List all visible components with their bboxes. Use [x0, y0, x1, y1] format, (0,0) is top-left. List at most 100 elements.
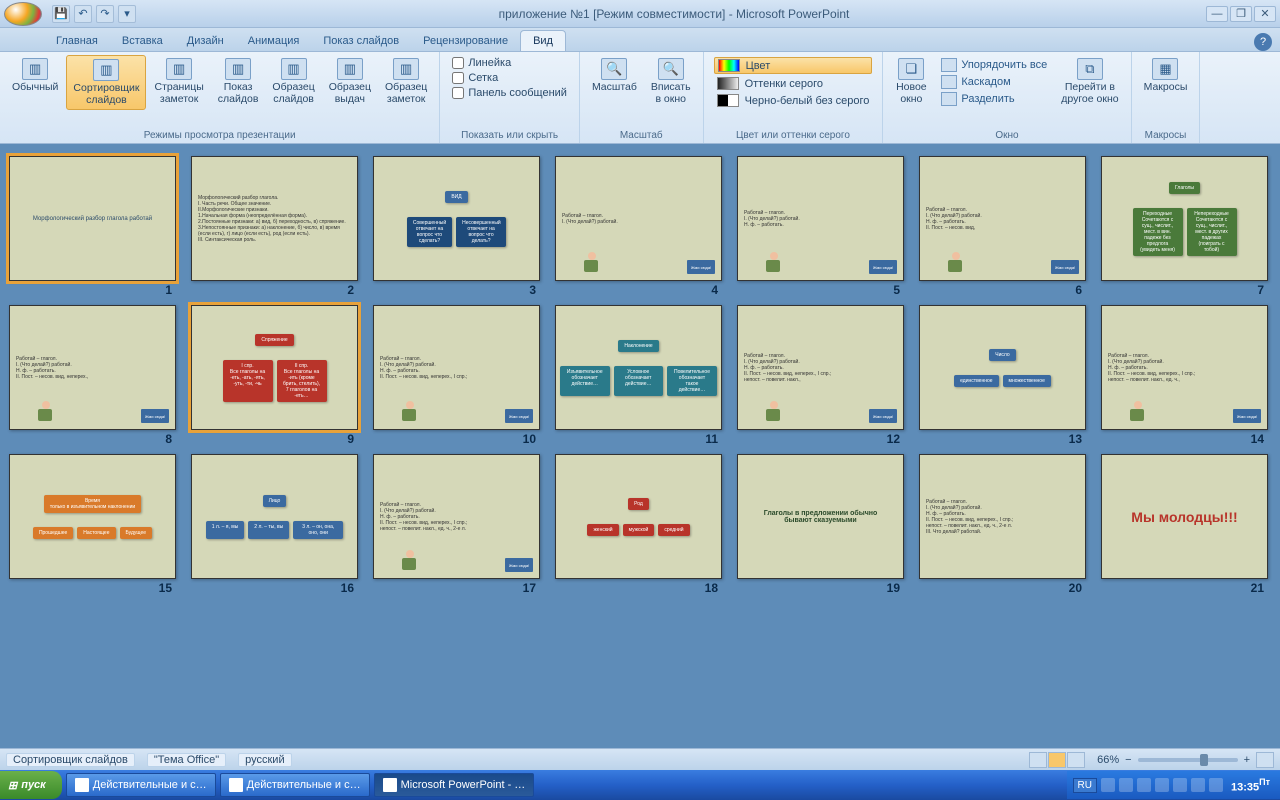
- slide-thumbnail[interactable]: Время только в изъявительном наклоненииП…: [9, 454, 176, 579]
- slide-thumbnail[interactable]: Работай – глагол. I. (Что делай?) работа…: [9, 305, 176, 430]
- slide-thumbnail[interactable]: Работай – глагол. I. (Что делай?) работа…: [919, 156, 1086, 281]
- slide-thumbnail[interactable]: Работай – глагол. I. (Что делай?) работа…: [555, 156, 722, 281]
- slide-button: Жми сюда!: [687, 260, 715, 274]
- window-small-button[interactable]: Каскадом: [939, 74, 1049, 90]
- check-Линейка[interactable]: Линейка: [452, 57, 567, 69]
- diagram-top-box: Глаголы: [1169, 182, 1200, 194]
- slide-thumbnail[interactable]: Числоединственноемножественное: [919, 305, 1086, 430]
- tab-рецензирование[interactable]: Рецензирование: [411, 31, 520, 51]
- help-button[interactable]: ?: [1254, 33, 1272, 51]
- view-mode-button[interactable]: ▥Сортировщик слайдов: [66, 55, 146, 110]
- new-window-button[interactable]: ❏ Новое окно: [889, 55, 933, 108]
- view-mode-button[interactable]: ▥Образец заметок: [379, 55, 433, 108]
- view-mode-button[interactable]: ▥Образец слайдов: [266, 55, 320, 108]
- color-mode-item[interactable]: Оттенки серого: [714, 76, 873, 91]
- taskbar-task[interactable]: Действительные и с…: [220, 773, 370, 797]
- slide-number: 10: [523, 432, 540, 446]
- slide-thumbnail[interactable]: Лицо1 л. – я, мы2 л. – ты, вы3 л. – он, …: [191, 454, 358, 579]
- tray-icon[interactable]: [1209, 778, 1223, 792]
- diagram-top-box: Спряжение: [255, 334, 293, 346]
- maximize-button[interactable]: ❐: [1230, 6, 1252, 22]
- checkbox[interactable]: [452, 72, 464, 84]
- slide-thumbnail[interactable]: ГлаголыПереходные Сочетаются с сущ., чис…: [1101, 156, 1268, 281]
- close-button[interactable]: ✕: [1254, 6, 1276, 22]
- color-mode-item[interactable]: Цвет: [714, 57, 873, 74]
- slide-thumbnail[interactable]: СпряжениеI спр. Все глаголы на -еть, -ат…: [191, 305, 358, 430]
- language-indicator[interactable]: RU: [1073, 778, 1097, 793]
- slide-thumbnail[interactable]: Работай – глагол. I. (Что делай?) работа…: [1101, 305, 1268, 430]
- tab-анимация[interactable]: Анимация: [236, 31, 312, 51]
- color-mode-item[interactable]: Черно-белый без серого: [714, 93, 873, 108]
- slide-body-text: Работай – глагол. I. (Что делай?) работа…: [378, 500, 535, 534]
- tab-вставка[interactable]: Вставка: [110, 31, 175, 51]
- view-mode-button[interactable]: ▥Обычный: [6, 55, 64, 97]
- slide-thumbnail[interactable]: ВИДСовершенный отвечает на вопрос что сд…: [373, 156, 540, 281]
- view-mode-button[interactable]: ▥Образец выдач: [323, 55, 377, 108]
- slide-thumbnail[interactable]: Родженскиймужскойсредний: [555, 454, 722, 579]
- tray-icon[interactable]: [1119, 778, 1133, 792]
- slide-thumbnail[interactable]: Работай – глагол. I. (Что делай?) работа…: [919, 454, 1086, 579]
- taskbar-task[interactable]: Microsoft PowerPoint - …: [374, 773, 535, 797]
- window-small-button[interactable]: Разделить: [939, 91, 1049, 107]
- taskbar-task[interactable]: Действительные и с…: [66, 773, 216, 797]
- slide-sorter[interactable]: Морфологический разбор глагола работай 1 М…: [0, 144, 1280, 748]
- slide-thumbnail[interactable]: Мы молодцы!!!: [1101, 454, 1268, 579]
- view-sorter-button[interactable]: [1048, 752, 1066, 768]
- slide-thumbnail[interactable]: Работай – глагол. I. (Что делай?) работа…: [737, 156, 904, 281]
- checkbox[interactable]: [452, 87, 464, 99]
- slide-thumbnail[interactable]: Работай – глагол. I. (Что делай?) работа…: [373, 454, 540, 579]
- tray-icon[interactable]: [1101, 778, 1115, 792]
- group-label-showhide: Показать или скрыть: [446, 128, 573, 141]
- ribbon: ▥Обычный▥Сортировщик слайдов▥Страницы за…: [0, 52, 1280, 144]
- view-normal-button[interactable]: [1029, 752, 1047, 768]
- qat-customize[interactable]: ▾: [118, 5, 136, 23]
- character-icon: [948, 252, 968, 276]
- qat-save[interactable]: 💾: [52, 5, 70, 23]
- slide-thumbnail[interactable]: Морфологический разбор глагола работай: [9, 156, 176, 281]
- slide-thumbnail[interactable]: Работай – глагол. I. (Что делай?) работа…: [737, 305, 904, 430]
- tray-icon[interactable]: [1137, 778, 1151, 792]
- tab-показ слайдов[interactable]: Показ слайдов: [311, 31, 411, 51]
- zoom-in-button[interactable]: +: [1244, 754, 1250, 766]
- slide-number: 1: [165, 283, 176, 297]
- view-mode-button[interactable]: ▥Показ слайдов: [212, 55, 265, 108]
- diagram-child-box: 1 л. – я, мы: [206, 521, 245, 539]
- slide-thumbnail[interactable]: Морфологический разбор глагола. I. Часть…: [191, 156, 358, 281]
- macros-button[interactable]: ▦ Макросы: [1138, 55, 1194, 97]
- checkbox[interactable]: [452, 57, 464, 69]
- tab-главная[interactable]: Главная: [44, 31, 110, 51]
- tab-вид[interactable]: Вид: [520, 30, 566, 51]
- tray-icon[interactable]: [1155, 778, 1169, 792]
- tray-icon[interactable]: [1191, 778, 1205, 792]
- view-icon: ▥: [93, 59, 119, 81]
- minimize-button[interactable]: —: [1206, 6, 1228, 22]
- window-small-button[interactable]: Упорядочить все: [939, 57, 1049, 73]
- view-slideshow-button[interactable]: [1067, 752, 1085, 768]
- color-mode-label: Цвет: [746, 60, 771, 72]
- qat-undo[interactable]: ↶: [74, 5, 92, 23]
- slide-thumbnail[interactable]: Работай – глагол. I. (Что делай?) работа…: [373, 305, 540, 430]
- qat-redo[interactable]: ↷: [96, 5, 114, 23]
- zoom-slider[interactable]: [1138, 758, 1238, 762]
- slide-thumbnail[interactable]: Глаголы в предложении обычно бывают сказ…: [737, 454, 904, 579]
- zoom-slider-thumb[interactable]: [1200, 754, 1208, 766]
- diagram-child-box: Совершенный отвечает на вопрос что сдела…: [407, 217, 452, 247]
- slide-thumbnail[interactable]: НаклонениеИзъявительное обозначает дейст…: [555, 305, 722, 430]
- check-label: Сетка: [468, 72, 498, 84]
- switch-window-button[interactable]: ⧉ Перейти в другое окно: [1055, 55, 1124, 108]
- tab-дизайн[interactable]: Дизайн: [175, 31, 236, 51]
- view-shortcut-buttons: [1029, 752, 1085, 768]
- zoom-button[interactable]: 🔍Масштаб: [586, 55, 643, 97]
- check-Сетка[interactable]: Сетка: [452, 72, 567, 84]
- character-icon: [766, 252, 786, 276]
- task-icon: [383, 778, 397, 792]
- clock[interactable]: 13:35Пт: [1227, 777, 1274, 794]
- check-Панель сообщений[interactable]: Панель сообщений: [452, 87, 567, 99]
- office-button[interactable]: [4, 2, 42, 26]
- view-mode-button[interactable]: ▥Страницы заметок: [148, 55, 209, 108]
- zoom-button[interactable]: 🔍Вписать в окно: [645, 55, 697, 108]
- zoom-out-button[interactable]: −: [1125, 754, 1131, 766]
- tray-icon[interactable]: [1173, 778, 1187, 792]
- fit-window-button[interactable]: [1256, 752, 1274, 768]
- start-button[interactable]: ⊞ пуск: [0, 771, 62, 799]
